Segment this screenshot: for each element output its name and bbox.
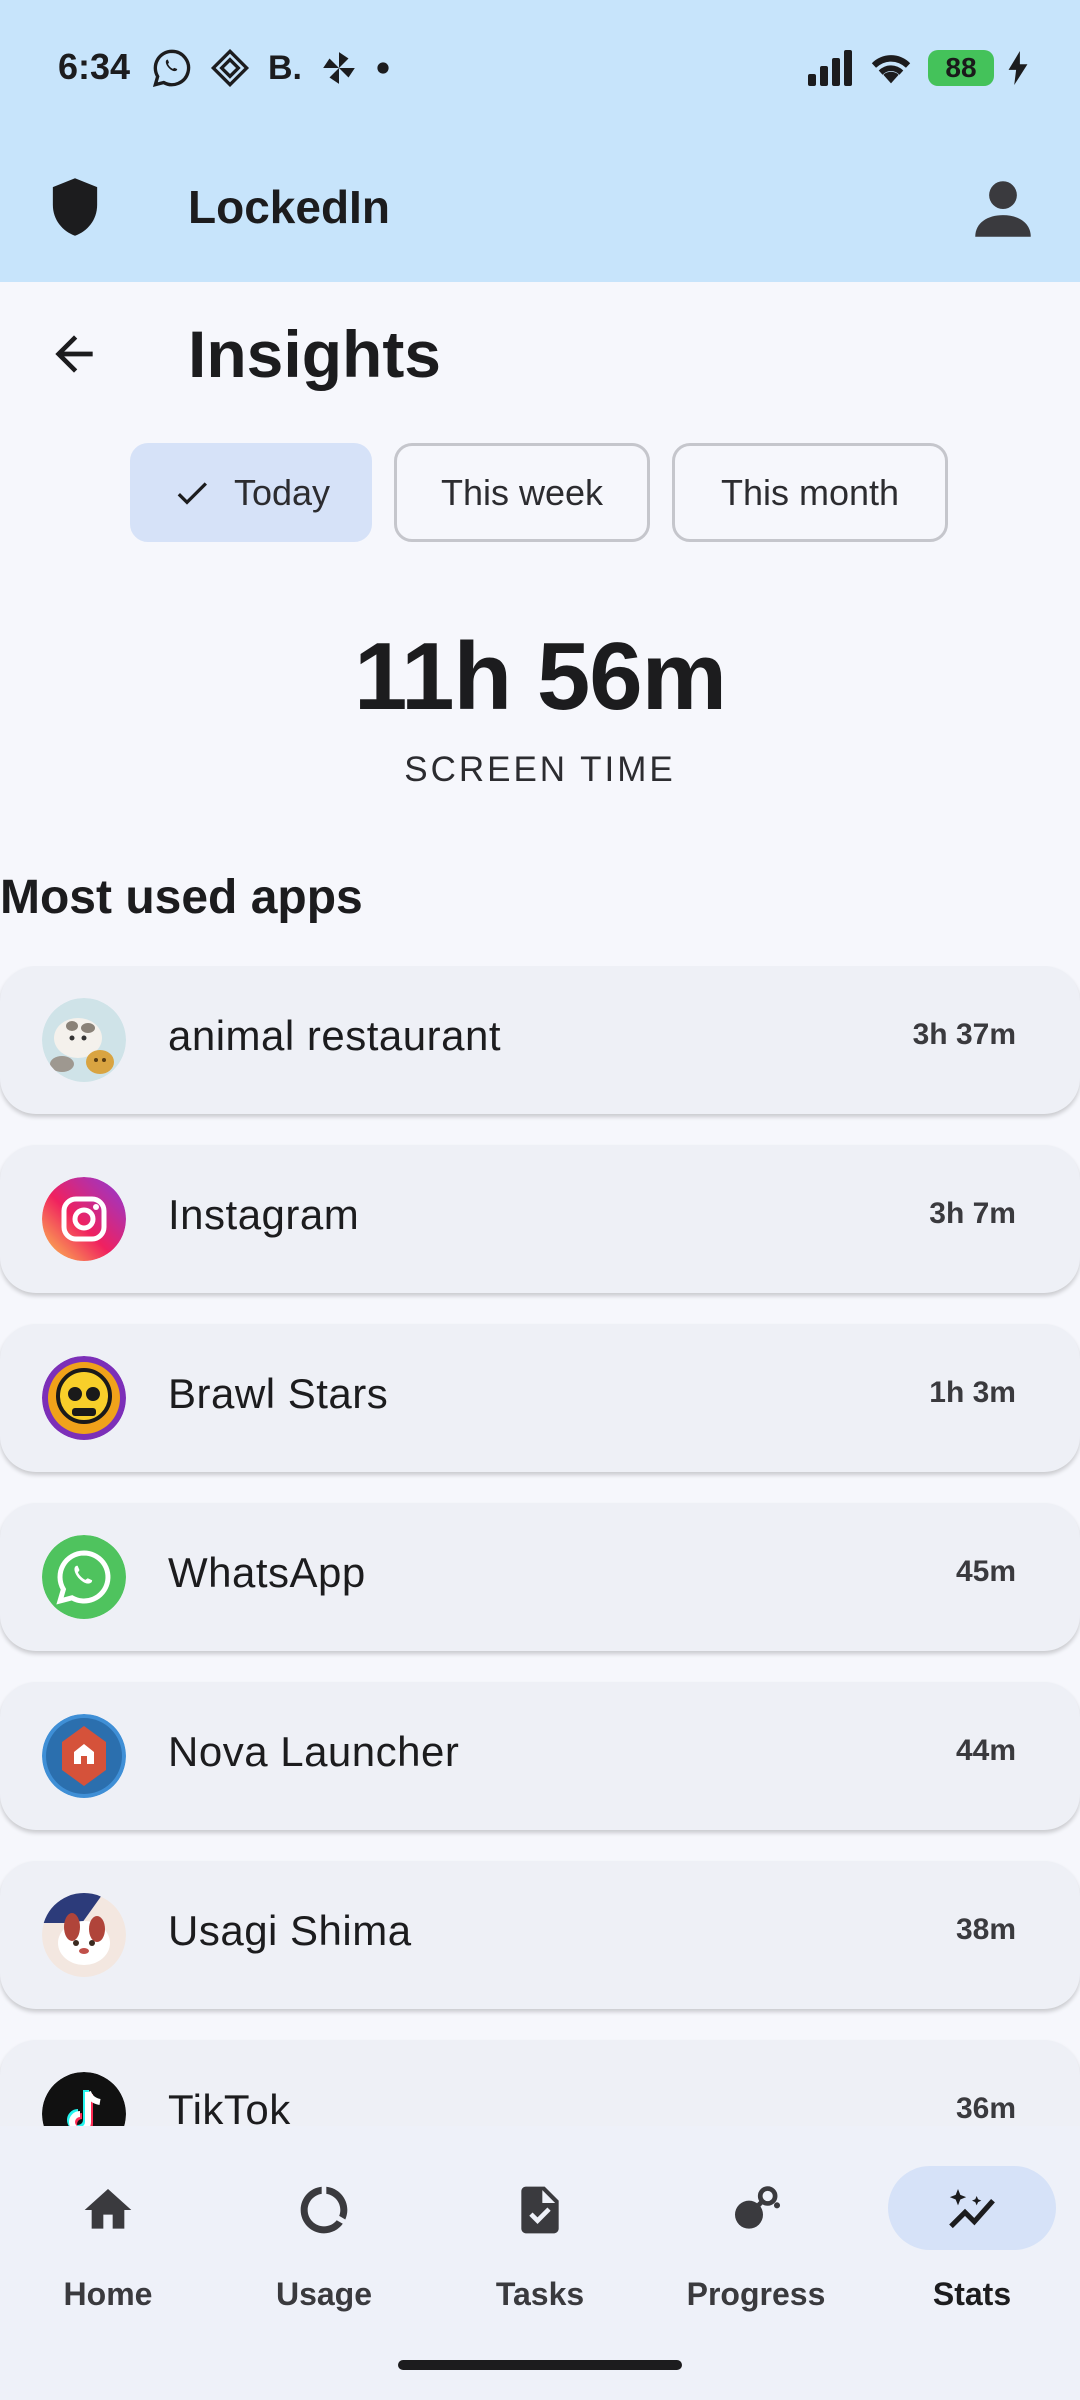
- chip-week-label: This week: [440, 471, 604, 513]
- nav-tasks[interactable]: Tasks: [432, 2166, 648, 2326]
- nova-launcher-icon: [42, 1714, 126, 1798]
- chip-today[interactable]: Today: [130, 443, 372, 542]
- app-duration: 36m: [955, 2092, 1016, 2125]
- nav-usage-label: Usage: [275, 2276, 373, 2312]
- app-name: animal restaurant: [168, 1012, 501, 1059]
- app-duration: 3h 37m: [912, 1018, 1016, 1051]
- chip-today-label: Today: [233, 471, 331, 513]
- chip-month-label: This month: [720, 471, 900, 513]
- nav-progress-label: Progress: [686, 2276, 826, 2312]
- app-name: Nova Launcher: [168, 1728, 460, 1775]
- progress-flower-icon: [735, 2186, 781, 2229]
- app-duration: 38m: [955, 1913, 1016, 1946]
- nav-usage[interactable]: Usage: [216, 2166, 432, 2326]
- stats-sparkle-chart-icon: [949, 2189, 995, 2229]
- proton-vpn-icon: [210, 46, 250, 90]
- app-name: TikTok: [168, 2086, 291, 2126]
- gesture-home-indicator[interactable]: [398, 2360, 682, 2370]
- app-row-nova-launcher[interactable]: Nova Launcher 44m: [0, 1682, 1080, 1830]
- shield-icon: [52, 178, 98, 236]
- app-row-animal-restaurant[interactable]: animal restaurant 3h 37m: [0, 966, 1080, 1114]
- nav-stats[interactable]: Stats: [864, 2166, 1080, 2326]
- status-time: 6:34: [58, 46, 131, 87]
- nav-stats-label: Stats: [932, 2276, 1012, 2312]
- task-document-icon: [521, 2186, 559, 2234]
- app-row-whatsapp[interactable]: WhatsApp 45m: [0, 1503, 1080, 1651]
- app-duration: 1h 3m: [929, 1376, 1016, 1409]
- home-icon: [84, 2189, 132, 2229]
- chip-this-week[interactable]: This week: [394, 443, 650, 542]
- instagram-icon: [42, 1177, 126, 1261]
- insights-screen: 6:34 B. 88 LockedIn Insights Today This …: [0, 0, 1080, 2400]
- usage-ring-icon: [300, 2186, 348, 2234]
- charging-icon: [1008, 51, 1028, 85]
- period-filter: Today This week This month: [130, 443, 948, 542]
- dot-icon: [376, 46, 390, 90]
- app-name: WhatsApp: [168, 1549, 366, 1596]
- profile-icon[interactable]: [966, 172, 1040, 246]
- check-icon: [177, 481, 207, 505]
- app-duration: 45m: [955, 1555, 1016, 1588]
- top-app-bar: 6:34 B. 88 LockedIn: [0, 0, 1080, 282]
- app-duration: 44m: [955, 1734, 1016, 1767]
- usagi-shima-icon: [42, 1893, 126, 1977]
- whatsapp-icon: [42, 1535, 126, 1619]
- pinwheel-icon: [320, 46, 358, 90]
- bottom-navigation: Home Usage Tasks Progress Stats: [0, 2126, 1080, 2400]
- app-row-instagram[interactable]: Instagram 3h 7m: [0, 1145, 1080, 1293]
- nav-home-label: Home: [63, 2276, 153, 2312]
- booking-icon: B.: [268, 48, 302, 87]
- nav-tasks-label: Tasks: [495, 2276, 585, 2312]
- app-row-brawl-stars[interactable]: Brawl Stars 1h 3m: [0, 1324, 1080, 1472]
- brawl-stars-icon: [42, 1356, 126, 1440]
- signal-icon: [808, 50, 852, 86]
- app-title: LockedIn: [188, 181, 390, 233]
- tiktok-icon: [42, 2072, 126, 2126]
- most-used-apps-heading: Most used apps: [0, 871, 363, 924]
- app-name: Brawl Stars: [168, 1370, 389, 1417]
- app-duration: 3h 7m: [929, 1197, 1016, 1230]
- back-arrow-icon[interactable]: [46, 326, 102, 382]
- app-row-usagi-shima[interactable]: Usagi Shima 38m: [0, 1861, 1080, 2009]
- screen-time-total: 11h 56m: [354, 623, 727, 730]
- nav-progress[interactable]: Progress: [648, 2166, 864, 2326]
- chip-this-month[interactable]: This month: [672, 443, 948, 542]
- page-title: Insights: [188, 317, 442, 391]
- status-bar: 6:34 B. 88: [0, 0, 1080, 135]
- app-name: Instagram: [168, 1191, 360, 1238]
- animal-restaurant-icon: [42, 998, 126, 1082]
- screen-time-label: SCREEN TIME: [404, 750, 676, 789]
- app-row-tiktok[interactable]: TikTok 36m: [0, 2040, 1080, 2126]
- app-usage-list: animal restaurant 3h 37m Instagram 3h 7m: [0, 966, 1080, 2126]
- wifi-icon: [871, 55, 911, 84]
- whatsapp-icon: [152, 46, 192, 90]
- battery-indicator: 88: [928, 50, 994, 86]
- notification-icons: B.: [152, 46, 390, 90]
- nav-home[interactable]: Home: [0, 2166, 216, 2326]
- system-icons: 88: [806, 46, 1028, 90]
- app-name: Usagi Shima: [168, 1907, 412, 1954]
